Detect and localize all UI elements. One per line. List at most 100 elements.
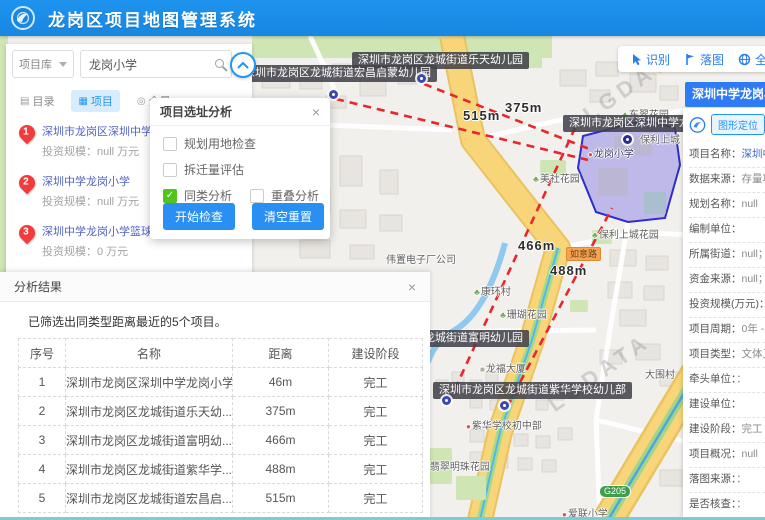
detail-field: 项目类型：文体卫 — [689, 343, 765, 368]
page-title: 龙岗区项目地图管理系统 — [48, 6, 257, 31]
project-icon: ▦ — [78, 96, 87, 107]
option-landuse-check[interactable]: 规划用地检查 — [163, 135, 330, 152]
pin-marker-icon: 2 — [16, 172, 39, 195]
map-label: ♣保利上城花园 — [592, 226, 659, 241]
distance-label: 375m — [505, 100, 542, 115]
graphic-locate-button[interactable]: 图形定位 — [711, 114, 765, 135]
map-label: ♣珊瑚花园 — [500, 306, 547, 321]
clear-reset-button[interactable]: 清空重置 — [252, 203, 324, 230]
panorama-icon: ◎ — [137, 96, 146, 107]
table-row[interactable]: 3深圳市龙岗区龙城街道富明幼... 466m完工 — [19, 426, 423, 455]
distance-label: 515m — [463, 108, 500, 123]
park-icon: ♣ — [500, 310, 506, 320]
map-label: ●紫华学校初中部 — [466, 417, 542, 432]
search-icon[interactable] — [215, 59, 224, 68]
tab-project[interactable]: ▦项目 — [71, 90, 119, 112]
table-row[interactable]: 2深圳市龙岗区龙城街道乐天幼... 375m完工 — [19, 397, 423, 426]
map-label: 伟置电子厂公司 — [386, 251, 456, 266]
search-row: 项目库 — [12, 50, 232, 78]
map-marker[interactable] — [442, 396, 451, 405]
detail-field: 规划名称：null — [689, 193, 765, 218]
detail-field: 所属街道：null； — [689, 243, 765, 268]
library-dropdown[interactable]: 项目库 — [12, 50, 74, 78]
start-check-button[interactable]: 开始检查 — [163, 203, 235, 230]
results-table: 序号名称 距离建设阶段 1深圳市龙岗区深圳中学龙岗小学 46m完工 2深圳市龙岗… — [18, 338, 423, 513]
library-dropdown-label: 项目库 — [19, 56, 52, 72]
pointer-hand-icon — [630, 53, 642, 66]
sidebar-collapse-button[interactable] — [230, 52, 256, 78]
map-label: ♣美社花园 — [533, 170, 580, 185]
table-row[interactable]: 5深圳市龙岗区龙城街道宏昌启... 515m完工 — [19, 484, 423, 513]
detail-field: 项目概况：null — [689, 443, 765, 468]
app-header: 龙岗区项目地图管理系统 — [0, 0, 765, 36]
chevron-down-icon — [59, 62, 67, 67]
project-detail-panel: 图形定位 项目名称：深圳中学龙岗小学 数据来源：存量项目 规划名称：null 编… — [683, 108, 765, 520]
map-label: 保利上城 — [640, 131, 680, 146]
search-input[interactable] — [80, 50, 232, 78]
checkbox-unchecked[interactable] — [250, 189, 264, 203]
park-icon: ♣ — [533, 174, 539, 184]
option-same-type-analysis[interactable]: ✓ 同类分析 — [163, 187, 232, 204]
panel-title: 分析结果 — [14, 278, 62, 295]
option-overlap-analysis[interactable]: 重叠分析 — [250, 187, 319, 204]
chevron-up-icon — [237, 61, 249, 69]
globe-icon — [738, 53, 751, 66]
option-demolition-estimate[interactable]: 拆迁量评估 — [163, 161, 330, 178]
detail-field: 项目周期：0年 - — [689, 318, 765, 343]
table-row[interactable]: 1深圳市龙岗区深圳中学龙岗小学 46m完工 — [19, 368, 423, 397]
map-label-parcel: ●龙岗小学 — [588, 145, 634, 160]
siting-analysis-panel: 项目选址分析 × 规划用地检查 拆迁量评估 ✓ 同类分析 重叠分析 开始检查 清… — [150, 98, 330, 239]
checkbox-checked[interactable]: ✓ — [163, 189, 177, 203]
map-toolbar: 识别 落图 全图 — [618, 46, 765, 72]
identify-button[interactable]: 识别 — [630, 51, 670, 68]
map-marker[interactable] — [329, 90, 338, 99]
road-name-badge: 如意路 — [566, 247, 601, 261]
distance-label: 466m — [518, 238, 555, 253]
detail-field: 是否核查：： — [689, 493, 765, 518]
app-logo — [689, 115, 706, 135]
checkbox-unchecked[interactable] — [163, 137, 177, 151]
project-invest: 投资规模：0 万元 — [42, 243, 244, 259]
app-logo — [10, 5, 36, 31]
map-label: 大围村 — [645, 366, 675, 381]
table-header-row: 序号名称 距离建设阶段 — [19, 339, 423, 368]
tab-catalog[interactable]: ▤目录 — [13, 90, 61, 112]
map-label: ♣翡翠明珠花园 — [423, 458, 490, 473]
panel-title: 项目选址分析 — [160, 103, 232, 120]
detail-field: 投资规模(万元)： — [689, 293, 765, 318]
detail-field: 建设阶段：完工 — [689, 418, 765, 443]
checkbox-unchecked[interactable] — [163, 163, 177, 177]
flag-icon — [684, 53, 696, 66]
close-icon[interactable]: × — [312, 105, 320, 119]
school-icon: ● — [466, 422, 471, 431]
app-window: LGDATA LGDATA ♣东翠花园 保利上城 ♣美社花园 ♣保利上城花园 伟… — [0, 0, 765, 520]
building-icon: ■ — [480, 365, 485, 374]
results-summary: 已筛选出同类型距离最近的5个项目。 — [28, 313, 430, 330]
map-marker[interactable] — [500, 401, 509, 410]
detail-field: 资金来源：null； — [689, 268, 765, 293]
catalog-icon: ▤ — [20, 96, 29, 107]
map-tooltip: 深圳市龙岗区龙城街道宏昌启蒙幼儿园 — [238, 65, 437, 82]
pin-marker-icon: 1 — [16, 122, 39, 145]
full-extent-button[interactable]: 全图 — [738, 51, 765, 68]
route-shield-g205: G205 — [599, 485, 631, 498]
detail-field: 项目名称：深圳中学龙岗小学 — [689, 143, 765, 168]
detail-field: 建设单位： — [689, 393, 765, 418]
analysis-results-panel: 分析结果 × 已筛选出同类型距离最近的5个项目。 序号名称 距离建设阶段 1深圳… — [0, 272, 430, 520]
close-icon[interactable]: × — [408, 280, 416, 294]
detail-field: 牵头单位：： — [689, 368, 765, 393]
drop-to-map-button[interactable]: 落图 — [684, 51, 724, 68]
project-banner: 深圳中学龙岗小学 — [685, 82, 765, 107]
map-label: ■龙福大厦 — [480, 360, 526, 375]
detail-field: 落图来源：： — [689, 468, 765, 493]
map-marker-selected[interactable] — [623, 135, 632, 144]
map-marker[interactable] — [417, 74, 426, 83]
table-row[interactable]: 4深圳市龙岗区龙城街道紫华学... 488m完工 — [19, 455, 423, 484]
distance-label: 488m — [550, 263, 587, 278]
detail-field: 数据来源：存量项目 — [689, 168, 765, 193]
pin-marker-icon: 3 — [16, 222, 39, 245]
park-icon: ♣ — [592, 230, 598, 240]
park-icon: ♣ — [474, 287, 480, 297]
school-icon: ● — [588, 150, 593, 159]
map-tooltip: 深圳市龙岗区龙城街道紫华学校幼儿部 — [433, 382, 632, 399]
